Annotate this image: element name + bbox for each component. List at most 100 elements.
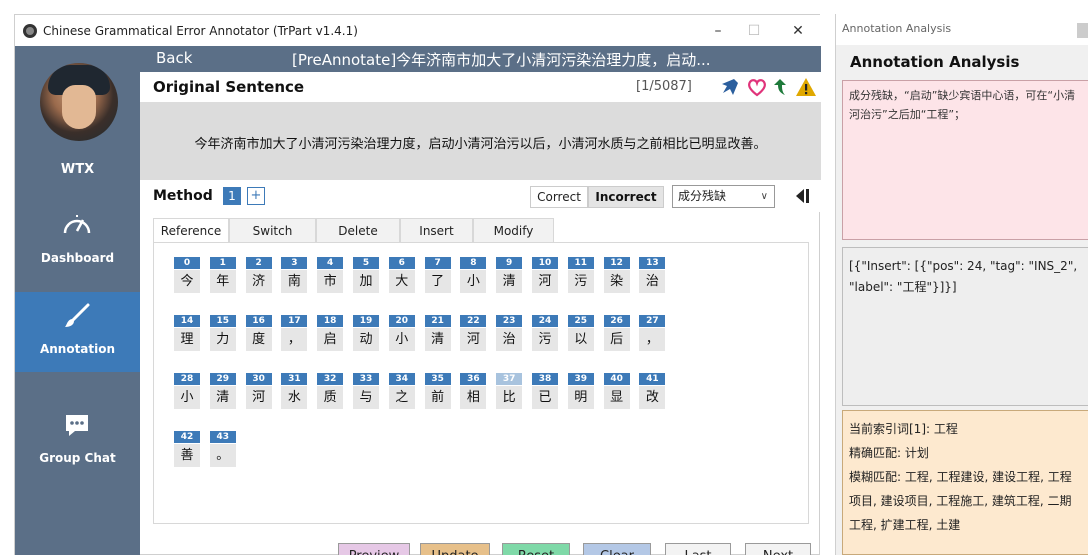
char-cell[interactable]: 18 启 <box>317 315 344 355</box>
collapse-panel-icon[interactable] <box>792 186 812 206</box>
char-glyph: 小 <box>174 386 200 409</box>
char-cell[interactable]: 34 之 <box>388 373 415 413</box>
tab-reference[interactable]: Reference <box>153 218 229 243</box>
update-button[interactable]: Update <box>420 543 490 555</box>
char-cell[interactable]: 2济 <box>245 257 272 297</box>
char-glyph: 南 <box>281 270 308 293</box>
tab-modify[interactable]: Modify <box>473 218 554 242</box>
tab-switch[interactable]: Switch <box>229 218 316 242</box>
char-cell[interactable]: 32 质 <box>317 373 344 413</box>
close-button[interactable]: ✕ <box>775 15 821 46</box>
char-cell[interactable]: 15 力 <box>209 315 236 355</box>
char-cell[interactable]: 23 治 <box>496 315 523 355</box>
reset-button[interactable]: Reset <box>502 543 570 555</box>
brush-icon <box>65 303 90 327</box>
sentence-counter: [1/5087] <box>636 79 692 94</box>
error-type-select[interactable]: 成分残缺 ∨ <box>672 185 775 208</box>
char-index: 9 <box>496 257 523 269</box>
preview-button[interactable]: Preview <box>338 543 410 555</box>
char-cell[interactable]: 36 相 <box>460 373 487 413</box>
char-cell[interactable]: 20 小 <box>388 315 415 355</box>
char-index: 42 <box>174 431 200 443</box>
char-index: 34 <box>388 373 415 385</box>
char-cell[interactable]: 35 前 <box>424 373 451 413</box>
char-cell[interactable]: 7了 <box>424 257 451 297</box>
char-cell[interactable]: 27， <box>639 315 666 355</box>
screen: Chinese Grammatical Error Annotator (TrP… <box>0 0 1088 555</box>
char-cell[interactable]: 6大 <box>388 257 415 297</box>
maximize-button[interactable]: ☐ <box>731 15 777 46</box>
char-cell[interactable]: 41 改 <box>639 373 666 413</box>
char-cell[interactable]: 37 比 <box>496 373 523 413</box>
tab-insert[interactable]: Insert <box>400 218 473 242</box>
char-index: 25 <box>567 315 594 327</box>
char-cell[interactable]: 19 动 <box>353 315 379 355</box>
heart-icon[interactable] <box>746 76 768 98</box>
char-cell[interactable]: 29 清 <box>209 373 236 413</box>
char-cell[interactable]: 1年 <box>209 257 236 297</box>
char-index: 40 <box>603 373 630 385</box>
char-cell[interactable]: 24 污 <box>532 315 558 355</box>
char-cell[interactable]: 17， <box>281 315 308 355</box>
char-index: 35 <box>424 373 451 385</box>
char-cell[interactable]: 40 显 <box>603 373 630 413</box>
char-cell[interactable]: 10 河 <box>532 257 558 297</box>
char-cell[interactable]: 9清 <box>496 257 523 297</box>
sidebar-item-label: Dashboard <box>40 251 115 265</box>
sidebar-item-dashboard[interactable]: Dashboard <box>15 201 140 281</box>
analysis-heading: Annotation Analysis <box>850 53 1020 71</box>
next-button[interactable]: Next <box>745 543 811 555</box>
char-index: 2 <box>245 257 272 269</box>
char-cell[interactable]: 8小 <box>460 257 487 297</box>
char-cell[interactable]: 12 染 <box>603 257 630 297</box>
char-cell[interactable]: 5加 <box>353 257 379 297</box>
char-cell[interactable]: 13 治 <box>639 257 666 297</box>
back-button[interactable]: Back <box>156 49 192 67</box>
char-cell[interactable]: 11 污 <box>567 257 594 297</box>
char-cell[interactable]: 42 善 <box>174 431 200 471</box>
last-button[interactable]: Last <box>665 543 731 555</box>
correct-button[interactable]: Correct <box>530 186 588 208</box>
char-index: 8 <box>460 257 487 269</box>
tab-delete[interactable]: Delete <box>316 218 400 242</box>
char-cell[interactable]: 38 已 <box>532 373 558 413</box>
sidebar-item-annotation[interactable]: Annotation <box>15 292 140 372</box>
char-index: 27 <box>639 315 666 327</box>
char-glyph: 理 <box>174 328 200 351</box>
char-cell[interactable]: 3南 <box>281 257 308 297</box>
clear-button[interactable]: Clear <box>583 543 651 555</box>
char-cell[interactable]: 16 度 <box>245 315 272 355</box>
char-index: 11 <box>567 257 594 269</box>
scrollbar[interactable] <box>1077 23 1088 38</box>
pin-icon[interactable] <box>719 76 741 98</box>
char-cell[interactable]: 39 明 <box>567 373 594 413</box>
method-1-button[interactable]: 1 <box>223 187 241 205</box>
char-index: 31 <box>281 373 308 385</box>
char-cell[interactable]: 21 清 <box>424 315 451 355</box>
char-cell[interactable]: 0今 <box>174 257 200 297</box>
incorrect-button[interactable]: Incorrect <box>588 186 664 208</box>
char-cell[interactable]: 25 以 <box>567 315 594 355</box>
char-glyph: 了 <box>424 270 451 293</box>
avatar[interactable] <box>40 63 118 141</box>
char-cell[interactable]: 31 水 <box>281 373 308 413</box>
char-cell[interactable]: 22 河 <box>460 315 487 355</box>
explanation-box: 成分残缺，“启动”缺少宾语中心语，可在“小清河治污”之后加“工程”； <box>842 80 1088 240</box>
char-index: 17 <box>281 315 308 327</box>
char-cell[interactable]: 28 小 <box>174 373 200 413</box>
char-index: 18 <box>317 315 344 327</box>
char-index: 1 <box>209 257 236 269</box>
char-glyph: 已 <box>532 386 558 409</box>
char-cell[interactable]: 4市 <box>317 257 344 297</box>
sidebar-item-group-chat[interactable]: Group Chat <box>15 401 140 481</box>
char-index: 0 <box>174 257 200 269</box>
add-method-button[interactable]: + <box>247 187 265 205</box>
char-cell[interactable]: 26 后 <box>603 315 630 355</box>
arrow-up-icon[interactable] <box>771 76 793 98</box>
char-index: 16 <box>245 315 272 327</box>
char-cell[interactable]: 33 与 <box>353 373 379 413</box>
char-cell[interactable]: 30 河 <box>245 373 272 413</box>
char-cell[interactable]: 43。 <box>209 431 236 471</box>
warning-icon[interactable] <box>795 76 817 98</box>
char-cell[interactable]: 14 理 <box>174 315 200 355</box>
